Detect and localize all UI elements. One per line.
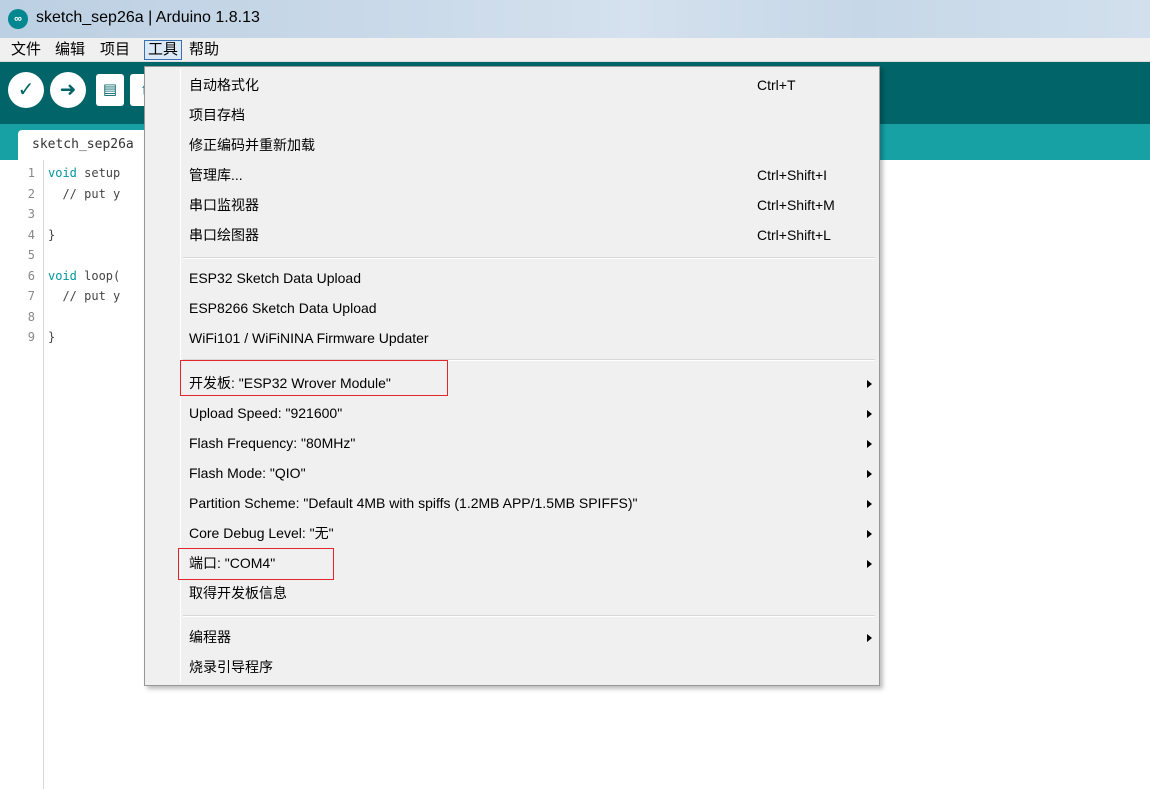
code-text: }	[48, 227, 56, 242]
menu-file[interactable]: 文件	[8, 40, 44, 60]
upload-button[interactable]: ➜	[50, 72, 86, 108]
line-number-gutter: 1 2 3 4 5 6 7 8 9	[0, 160, 44, 789]
menu-edit[interactable]: 编辑	[52, 40, 88, 60]
line-number: 5	[27, 248, 35, 262]
arduino-icon: ∞	[8, 9, 28, 29]
code-text: loop(	[76, 268, 121, 283]
submenu-arrow-icon	[867, 470, 872, 478]
menu-item-burn-bootloader[interactable]: 烧录引导程序	[189, 653, 273, 681]
menu-item-core-debug-level[interactable]: Core Debug Level: "无"	[189, 519, 334, 547]
tools-menu-dropdown: 自动格式化 Ctrl+T 项目存档 修正编码并重新加载 管理库... Ctrl+…	[144, 66, 880, 686]
menu-item-board-info[interactable]: 取得开发板信息	[189, 579, 287, 607]
shortcut-serial-plotter: Ctrl+Shift+L	[757, 227, 831, 243]
submenu-arrow-icon	[867, 530, 872, 538]
code-text: // put y	[48, 289, 121, 303]
submenu-arrow-icon	[867, 500, 872, 508]
menu-item-partition-scheme[interactable]: Partition Scheme: "Default 4MB with spif…	[189, 489, 638, 517]
menu-item-esp8266-data-upload[interactable]: ESP8266 Sketch Data Upload	[189, 294, 377, 322]
new-button[interactable]: ▤	[96, 74, 124, 106]
line-number: 8	[27, 309, 35, 324]
shortcut-serial-monitor: Ctrl+Shift+M	[757, 197, 835, 213]
code-line[interactable]: }	[48, 228, 55, 242]
menu-item-wifi-firmware-updater[interactable]: WiFi101 / WiFiNINA Firmware Updater	[189, 324, 429, 352]
line-number: 9	[27, 330, 35, 344]
submenu-arrow-icon	[867, 560, 872, 568]
board-highlight-box	[180, 360, 448, 396]
line-number: 7	[27, 289, 35, 303]
line-number: 4	[27, 227, 35, 242]
line-number: 3	[27, 207, 35, 221]
code-text: // put y	[48, 186, 121, 201]
code-line[interactable]: // put y	[48, 289, 120, 303]
menu-item-serial-plotter[interactable]: 串口绘图器	[189, 221, 259, 249]
submenu-arrow-icon	[867, 634, 872, 642]
code-line[interactable]: // put y	[48, 187, 120, 201]
menu-item-flash-frequency[interactable]: Flash Frequency: "80MHz"	[189, 429, 355, 457]
submenu-arrow-icon	[867, 380, 872, 388]
menu-item-esp32-data-upload[interactable]: ESP32 Sketch Data Upload	[189, 264, 361, 292]
verify-button[interactable]: ✓	[8, 72, 44, 108]
shortcut-manage-libraries: Ctrl+Shift+I	[757, 167, 828, 183]
port-highlight-box	[178, 548, 334, 580]
code-text: }	[48, 330, 56, 344]
line-number: 1	[27, 166, 35, 180]
menu-item-serial-monitor[interactable]: 串口监视器	[189, 191, 259, 219]
code-keyword: void	[48, 268, 77, 283]
shortcut-auto-format: Ctrl+T	[757, 77, 796, 93]
menu-separator	[183, 257, 875, 259]
code-line[interactable]: void setup	[48, 166, 120, 180]
menu-item-flash-mode[interactable]: Flash Mode: "QIO"	[189, 459, 306, 487]
menu-separator	[183, 615, 875, 617]
menu-help[interactable]: 帮助	[186, 40, 222, 60]
window-title: sketch_sep26a | Arduino 1.8.13	[36, 9, 260, 26]
menu-item-auto-format[interactable]: 自动格式化	[189, 71, 259, 99]
menu-item-fix-encoding[interactable]: 修正编码并重新加载	[189, 131, 315, 159]
menu-item-manage-libraries[interactable]: 管理库...	[189, 161, 243, 189]
line-number: 2	[27, 186, 35, 201]
line-number: 6	[27, 268, 35, 283]
submenu-arrow-icon	[867, 410, 872, 418]
menu-item-archive-sketch[interactable]: 项目存档	[189, 101, 245, 129]
code-text: setup	[76, 166, 121, 180]
submenu-arrow-icon	[867, 440, 872, 448]
menu-project[interactable]: 项目	[97, 40, 133, 60]
menu-item-programmer[interactable]: 编程器	[189, 623, 231, 651]
menu-bar: 文件 编辑 项目 工具 帮助	[0, 38, 1150, 62]
title-bar: ∞ sketch_sep26a | Arduino 1.8.13	[0, 0, 1150, 38]
menu-tools[interactable]: 工具	[144, 40, 183, 60]
menu-item-upload-speed[interactable]: Upload Speed: "921600"	[189, 399, 342, 427]
code-keyword: void	[48, 166, 77, 180]
code-line[interactable]: }	[48, 330, 55, 344]
code-line[interactable]: void loop(	[48, 269, 120, 283]
